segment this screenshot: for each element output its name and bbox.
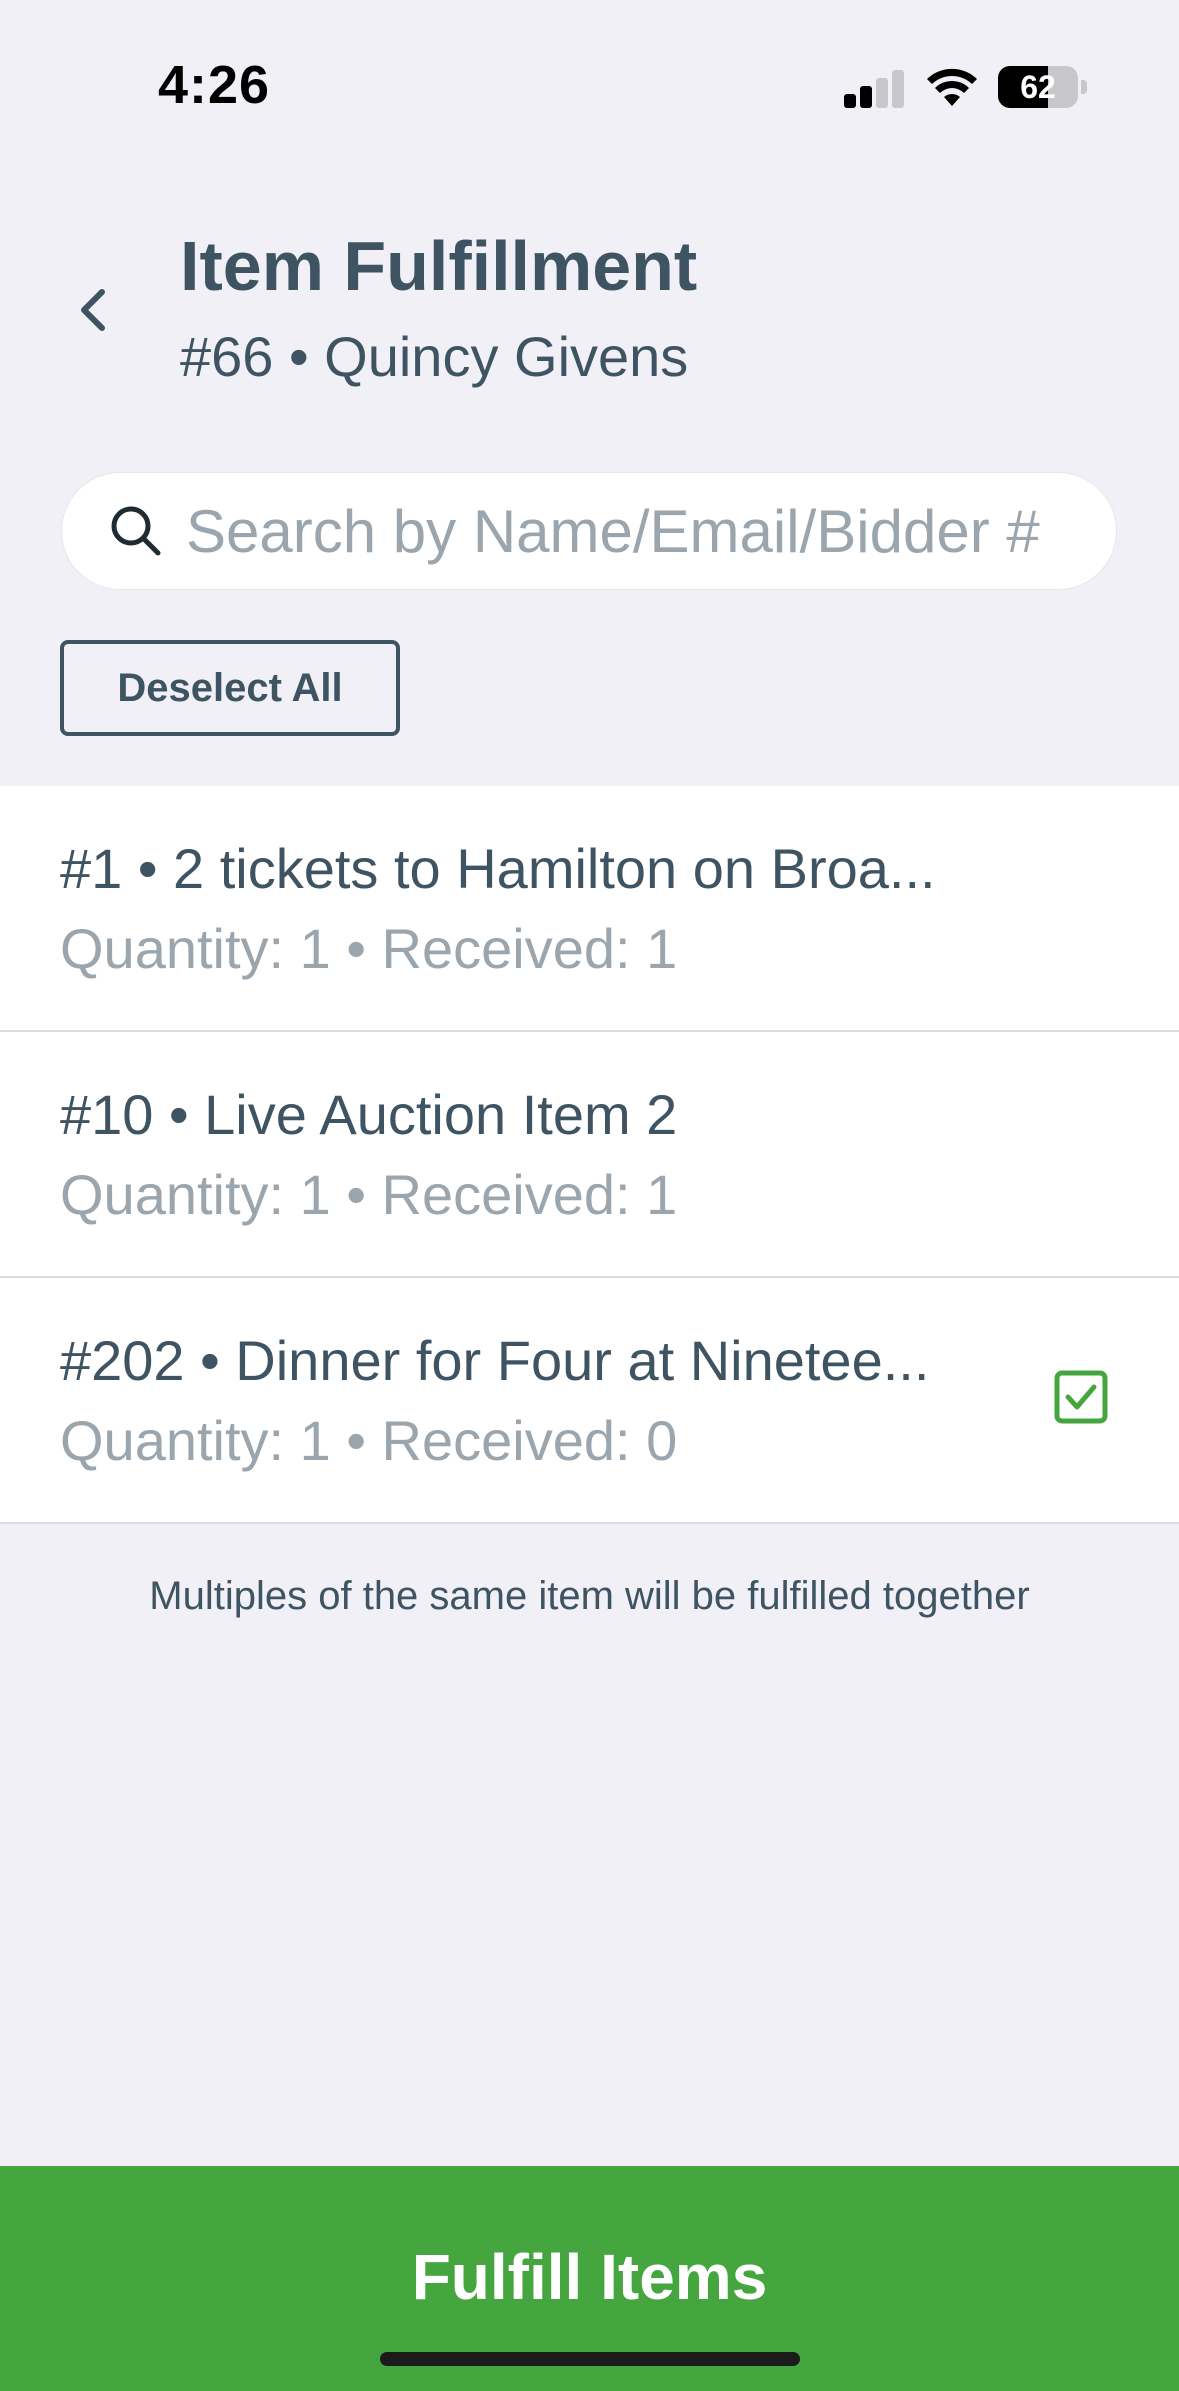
fulfillment-note: Multiples of the same item will be fulfi…: [149, 1574, 1030, 1618]
chevron-left-icon: [81, 289, 105, 331]
back-button[interactable]: [62, 270, 126, 350]
search-icon: [111, 506, 161, 556]
item-list: #1 • 2 tickets to Hamilton on Broa... Qu…: [0, 786, 1179, 1524]
status-bar: 4:26 62: [0, 0, 1179, 170]
item-quantity-received: Quantity: 1 • Received: 0: [60, 1409, 678, 1472]
battery-icon: 62: [998, 66, 1088, 108]
deselect-all-button[interactable]: Deselect All: [60, 640, 400, 736]
item-quantity-received: Quantity: 1 • Received: 1: [60, 1163, 678, 1226]
battery-level: 62: [1020, 69, 1056, 105]
item-title: #1 • 2 tickets to Hamilton on Broa...: [60, 837, 936, 900]
list-item[interactable]: #1 • 2 tickets to Hamilton on Broa... Qu…: [0, 786, 1179, 1032]
page-subtitle: #66 • Quincy Givens: [180, 325, 689, 388]
page-title: Item Fulfillment: [180, 227, 698, 305]
list-item[interactable]: #10 • Live Auction Item 2 Quantity: 1 • …: [0, 1032, 1179, 1278]
home-indicator: [380, 2352, 800, 2366]
item-title: #10 • Live Auction Item 2: [60, 1083, 678, 1146]
search-bar[interactable]: [62, 473, 1116, 589]
search-input[interactable]: [186, 487, 1086, 575]
item-quantity-received: Quantity: 1 • Received: 1: [60, 917, 678, 980]
item-title: #202 • Dinner for Four at Ninetee...: [60, 1329, 930, 1392]
wifi-icon: [927, 68, 977, 106]
cellular-signal-icon: [844, 68, 904, 108]
checkbox-checked-icon[interactable]: [1054, 1370, 1108, 1424]
item-fulfillment-screen: 4:26 62 Item Fulfillment #66 • Quincy Gi…: [0, 0, 1179, 2391]
status-time: 4:26: [158, 55, 271, 115]
list-item[interactable]: #202 • Dinner for Four at Ninetee... Qua…: [0, 1278, 1179, 1524]
fulfill-items-label: Fulfill Items: [411, 2241, 768, 2313]
